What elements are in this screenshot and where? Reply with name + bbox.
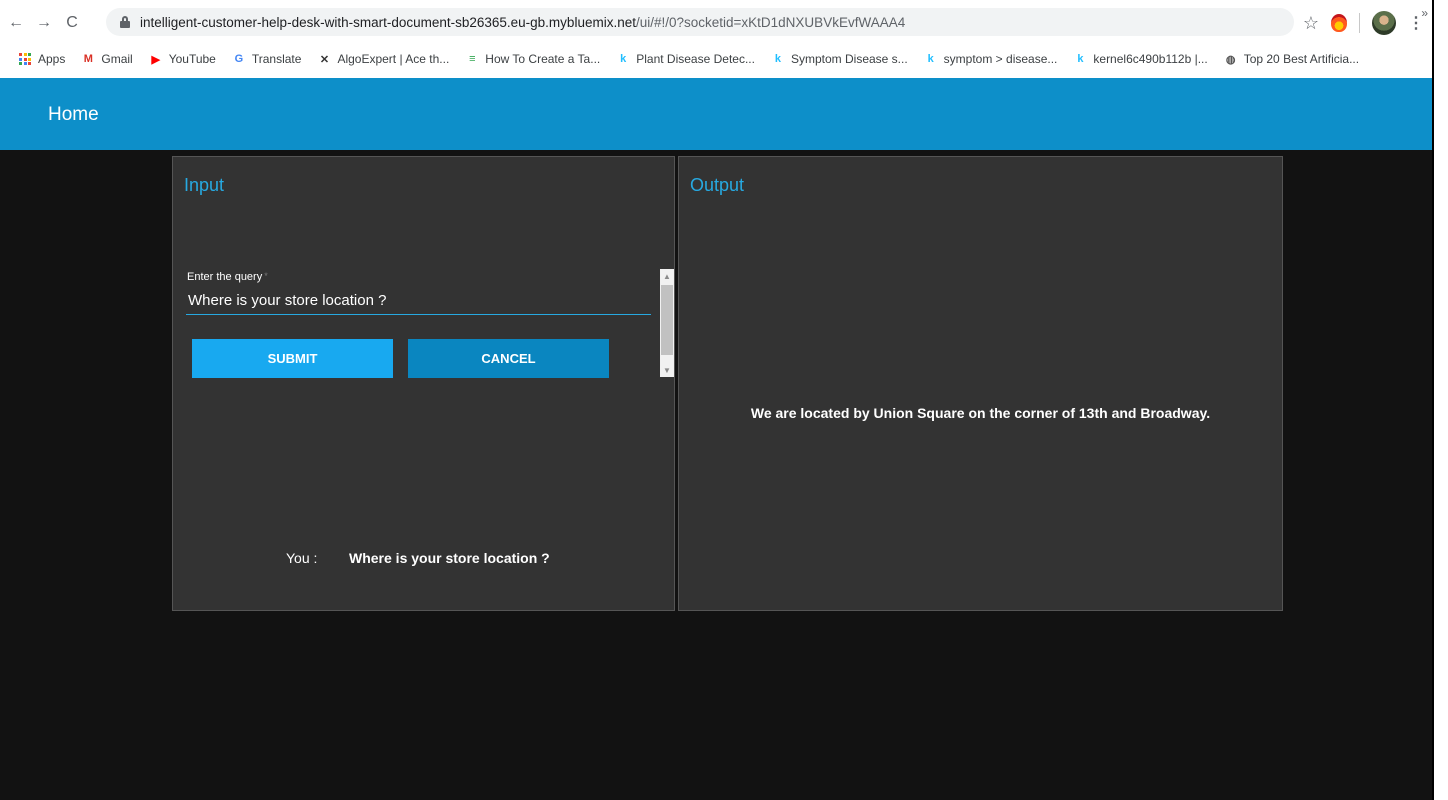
algoexpert-icon: ✕ (319, 53, 330, 66)
bookmark-item[interactable]: k symptom > disease... (924, 52, 1058, 66)
submit-button[interactable]: SUBMIT (192, 339, 393, 378)
page-title[interactable]: Home (48, 104, 99, 126)
back-arrow-icon[interactable]: ← (4, 11, 28, 35)
output-panel: Output We are located by Union Square on… (678, 156, 1283, 611)
kaggle-icon: k (620, 53, 627, 65)
profile-avatar[interactable] (1372, 11, 1396, 35)
youtube-icon: ▶ (151, 53, 160, 66)
bookmark-item[interactable]: k kernel6c490b112b |... (1073, 52, 1207, 66)
bookmarks-overflow-icon[interactable]: » (1421, 6, 1428, 20)
bookmark-item[interactable]: k Symptom Disease s... (771, 52, 908, 66)
bookmark-item[interactable]: k Plant Disease Detec... (616, 52, 755, 66)
chat-speaker-label: You : (286, 550, 318, 566)
bookmark-item[interactable]: M Gmail (81, 52, 133, 66)
chat-message-text: Where is your store location ? (349, 550, 550, 566)
window-gutter (1434, 0, 1448, 800)
browser-nav-row: ← → C intelligent-customer-help-desk-wit… (0, 8, 1432, 38)
query-field-label: Enter the query * (187, 271, 268, 283)
scroll-thumb[interactable] (661, 285, 673, 355)
reload-icon[interactable]: C (60, 11, 84, 35)
lock-icon (120, 16, 130, 28)
bookmark-star-icon[interactable]: ☆ (1303, 13, 1319, 34)
url-path: /ui/#!/0?socketid=xKtD1dNXUBVkEvfWAAA4 (635, 14, 906, 30)
kaggle-icon: k (1077, 53, 1084, 65)
scroll-up-icon[interactable]: ▲ (660, 269, 674, 283)
cancel-button[interactable]: CANCEL (408, 339, 609, 378)
bookmark-label: Gmail (101, 52, 133, 66)
output-heading: Output (690, 175, 745, 195)
bookmark-label: YouTube (168, 52, 216, 66)
bookmark-item[interactable]: G Translate (232, 52, 302, 66)
bookmark-item[interactable]: Apps (18, 52, 65, 66)
url-host: intelligent-customer-help-desk-with-smar… (140, 14, 636, 30)
bookmark-item[interactable]: ≡ How To Create a Ta... (465, 52, 600, 66)
bookmark-label: Apps (38, 52, 66, 66)
page-icon: ≡ (469, 53, 476, 65)
translate-icon: G (234, 53, 244, 65)
bookmark-label: How To Create a Ta... (485, 52, 601, 66)
browser-chrome: ← → C intelligent-customer-help-desk-wit… (0, 0, 1432, 78)
bookmark-item[interactable]: ✕ AlgoExpert | Ace th... (317, 52, 449, 66)
query-label-text: Enter the query (187, 271, 263, 283)
apps-grid-icon (18, 52, 32, 66)
answer-text: We are located by Union Square on the co… (750, 405, 1211, 421)
app-header: Home (0, 78, 1432, 150)
bookmark-label: AlgoExpert | Ace th... (337, 52, 450, 66)
required-mark: * (264, 271, 268, 281)
scroll-down-icon[interactable]: ▼ (660, 363, 674, 377)
url-text[interactable]: intelligent-customer-help-desk-with-smar… (140, 15, 905, 30)
extension-flame-icon[interactable] (1331, 14, 1347, 32)
query-input[interactable] (186, 287, 651, 315)
input-heading: Input (184, 175, 225, 195)
bookmark-label: Translate (251, 52, 302, 66)
forward-arrow-icon[interactable]: → (32, 11, 56, 35)
bookmark-label: symptom > disease... (943, 52, 1058, 66)
bookmark-label: Top 20 Best Artificia... (1243, 52, 1360, 66)
gmail-icon: M (83, 53, 93, 65)
bookmark-item[interactable]: ▶ YouTube (149, 52, 216, 66)
site-icon: ◍ (1225, 53, 1236, 66)
bookmark-label: Symptom Disease s... (790, 52, 908, 66)
kaggle-icon: k (774, 53, 782, 65)
bookmarks-bar: Apps M Gmail ▶ YouTube G Translate ✕ AlgoExpert … (0, 46, 1432, 72)
bookmark-item[interactable]: ◍ Top 20 Best Artificia... (1224, 52, 1359, 66)
bookmark-label: kernel6c490b112b |... (1093, 52, 1208, 66)
chat-message-row: You : Where is your store location ? (173, 550, 676, 570)
input-scrollbar[interactable]: ▲ ▼ (660, 269, 674, 377)
browser-right-icons: ☆ ⋮ (1303, 8, 1424, 38)
input-panel: Input Enter the query* ▲ ▼ SUBMIT CANCEL… (172, 156, 675, 611)
toolbar-divider (1359, 13, 1360, 33)
address-bar[interactable]: intelligent-customer-help-desk-with-smar… (106, 8, 1294, 36)
bookmark-label: Plant Disease Detec... (636, 52, 755, 66)
kaggle-icon: k (927, 53, 934, 65)
